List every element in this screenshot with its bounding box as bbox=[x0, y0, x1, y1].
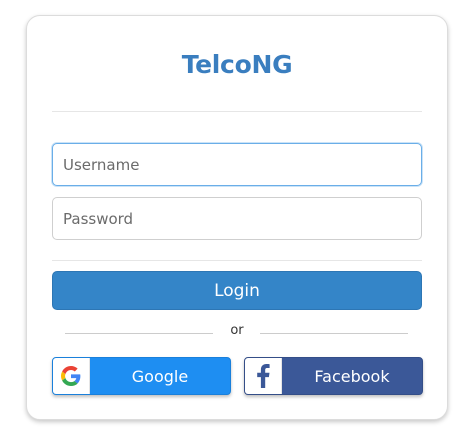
form-divider bbox=[52, 260, 422, 261]
login-card: TelcoNG Login or Google Facebook bbox=[26, 15, 448, 420]
google-g-icon bbox=[53, 358, 90, 394]
username-input[interactable] bbox=[52, 143, 422, 186]
or-text: or bbox=[230, 323, 244, 338]
app-title: TelcoNG bbox=[181, 50, 293, 79]
login-button-label: Login bbox=[214, 280, 260, 301]
facebook-button-label: Facebook bbox=[314, 366, 390, 386]
or-separator: or bbox=[27, 323, 447, 341]
password-input[interactable] bbox=[52, 197, 422, 240]
google-login-button[interactable]: Google bbox=[52, 357, 231, 395]
facebook-f-icon bbox=[245, 358, 282, 394]
header-divider bbox=[52, 111, 422, 112]
login-button[interactable]: Login bbox=[52, 271, 422, 310]
google-button-label: Google bbox=[131, 366, 189, 386]
or-line-right bbox=[260, 333, 408, 334]
facebook-login-button[interactable]: Facebook bbox=[244, 357, 423, 395]
